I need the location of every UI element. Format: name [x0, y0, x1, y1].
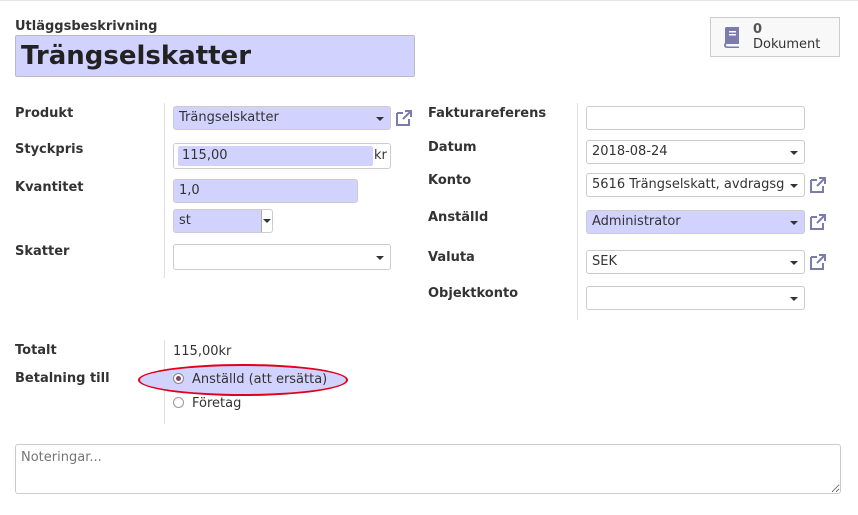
currency-symbol: kr [374, 148, 387, 163]
notes-textarea[interactable] [15, 444, 841, 494]
chevron-down-icon [790, 221, 798, 225]
documents-label: Dokument [753, 37, 821, 52]
taxes-select[interactable] [173, 244, 391, 270]
description-label: Utläggsbeskrivning [15, 19, 158, 34]
chevron-down-icon [376, 256, 384, 260]
documents-count: 0 [753, 22, 763, 37]
uom-dropdown-toggle[interactable] [261, 210, 272, 232]
unit-price-input[interactable]: 115,00 [178, 146, 373, 166]
documents-button[interactable]: 0 Dokument [710, 17, 840, 57]
date-value: 2018-08-24 [592, 144, 668, 159]
invoice-ref-label: Fakturareferens [428, 106, 547, 121]
total-label: Totalt [15, 343, 57, 358]
radio-unselected-icon[interactable] [173, 397, 184, 408]
payment-option-label: Företag [192, 396, 242, 411]
product-label: Produkt [15, 106, 74, 121]
analytic-account-select[interactable] [586, 286, 805, 310]
external-link-icon[interactable] [808, 212, 828, 232]
description-input[interactable]: Trängselskatter [15, 35, 415, 77]
chevron-down-icon [263, 219, 271, 223]
unit-price-label: Styckpris [15, 142, 84, 157]
right-group-divider [577, 103, 578, 320]
total-value: 115,00kr [173, 344, 232, 359]
employee-select[interactable]: Administrator [586, 210, 805, 234]
unit-price-field: 115,00 kr [173, 143, 391, 169]
external-link-icon[interactable] [808, 252, 828, 272]
payment-label: Betalning till [15, 371, 110, 386]
employee-label: Anställd [428, 210, 489, 225]
employee-value: Administrator [592, 214, 681, 229]
product-select[interactable]: Trängselskatter [173, 106, 391, 130]
account-value: 5616 Trängselskatt, avdragsg [592, 177, 785, 192]
chevron-down-icon [790, 184, 798, 188]
currency-select[interactable]: SEK [586, 250, 805, 274]
uom-value: st [179, 213, 191, 228]
taxes-label: Skatter [15, 244, 70, 259]
left-group-divider [164, 103, 165, 278]
book-icon [721, 25, 743, 53]
account-select[interactable]: 5616 Trängselskatt, avdragsg [586, 173, 805, 197]
top-border [0, 0, 858, 1]
quantity-label: Kvantitet [15, 180, 84, 195]
quantity-input[interactable]: 1,0 [173, 179, 358, 203]
currency-label: Valuta [428, 250, 475, 265]
chevron-down-icon [790, 151, 798, 155]
date-label: Datum [428, 140, 477, 155]
analytic-account-label: Objektkonto [428, 286, 519, 301]
payment-option-label: Anställd (att ersätta) [192, 372, 328, 387]
chevron-down-icon [376, 117, 384, 121]
radio-selected-icon[interactable] [173, 373, 184, 384]
account-label: Konto [428, 173, 472, 188]
invoice-ref-input[interactable] [586, 106, 805, 130]
currency-value: SEK [592, 254, 617, 269]
date-input[interactable]: 2018-08-24 [586, 140, 805, 164]
external-link-icon[interactable] [394, 108, 414, 128]
uom-select[interactable]: st [173, 209, 273, 233]
chevron-down-icon [790, 261, 798, 265]
chevron-down-icon [790, 297, 798, 301]
product-value: Trängselskatter [179, 110, 279, 125]
external-link-icon[interactable] [808, 175, 828, 195]
